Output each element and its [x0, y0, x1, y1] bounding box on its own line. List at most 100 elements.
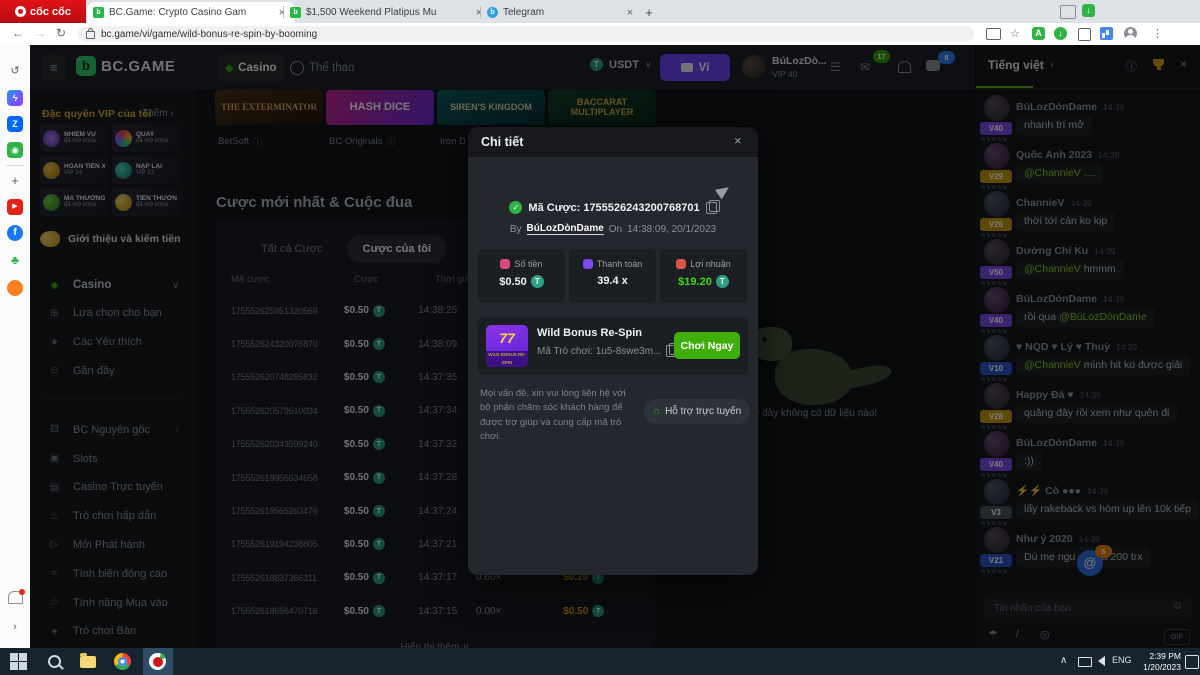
stat-value: $19.20	[678, 276, 712, 288]
forward-icon[interactable]: →	[34, 26, 46, 40]
browser-tab[interactable]: b $1,500 Weekend Platipus Mu ×	[284, 2, 492, 23]
play-now-button[interactable]: Chơi Ngay	[674, 332, 740, 359]
stat-icon	[500, 259, 510, 269]
tether-icon: T	[716, 275, 729, 288]
volume-icon[interactable]	[1098, 656, 1105, 666]
collapse-chevron-icon[interactable]: ›	[7, 619, 23, 635]
on-label: On	[609, 224, 622, 235]
stat-box: Số tiền $0.50T	[478, 249, 565, 303]
download-icon[interactable]: ↓	[1054, 27, 1067, 40]
start-button-icon[interactable]	[10, 653, 27, 670]
bet-datetime: 14:38:09, 20/1/2023	[627, 224, 716, 235]
tray-expand-icon[interactable]: ∧	[1060, 655, 1067, 666]
leaf-icon[interactable]: ♣	[7, 252, 23, 268]
divider	[6, 165, 24, 166]
game-info-box: 77 WILD BONUS RE-SPIN Wild Bonus Re-Spin…	[478, 317, 748, 375]
translate-icon[interactable]: A	[1032, 27, 1045, 40]
save-page-icon[interactable]	[986, 28, 1001, 40]
coccoc-taskbar-icon[interactable]	[149, 653, 166, 670]
stat-label: Số tiền	[514, 259, 542, 269]
game-thumb-logo: 77	[486, 325, 528, 351]
stat-box: Thanh toán 39.4 x	[569, 249, 656, 303]
browser-brand-label: cốc cốc	[30, 6, 71, 18]
browser-tab-strip: cốc cốc b BC.Game: Crypto Casino Gam × b…	[0, 0, 1200, 23]
headset-icon: ∩	[653, 406, 660, 417]
back-icon[interactable]: ←	[12, 26, 24, 40]
tab-close-icon[interactable]: ×	[623, 7, 637, 19]
messenger-icon[interactable]: ϟ	[7, 90, 23, 106]
site-viewport: ≡ b BC.GAME ◆ Casino Thể thao T USDT ∨ V…	[30, 45, 1200, 648]
notification-bell-icon[interactable]	[8, 591, 23, 604]
game-code: Mã Trò chơi: 1u5-8swe3m...	[537, 346, 661, 357]
file-explorer-icon[interactable]	[80, 656, 96, 668]
reload-icon[interactable]: ↻	[56, 26, 66, 40]
game-thumb-caption: WILD BONUS RE-SPIN	[486, 351, 528, 367]
browser-tab[interactable]: b Telegram ×	[481, 2, 643, 23]
url-field[interactable]: bc.game/vi/game/wild-bonus-re-spin-by-bo…	[78, 26, 974, 42]
extensions-icon[interactable]	[1078, 28, 1091, 41]
stat-value: $0.50	[499, 276, 527, 288]
clock[interactable]: 2:39 PM 1/20/2023	[1133, 651, 1181, 672]
device-sync-icon[interactable]	[1060, 5, 1076, 19]
share-icon[interactable]	[715, 182, 733, 199]
chrome-icon[interactable]	[114, 653, 131, 670]
browser-url-bar: ← → ↻ bc.game/vi/game/wild-bonus-re-spin…	[0, 23, 1200, 46]
action-center-icon[interactable]	[1185, 655, 1199, 669]
stat-label-row: Số tiền	[500, 259, 542, 269]
history-icon[interactable]: ↺	[7, 63, 23, 79]
coccoc-sidebar: ↺ ϟ Z ◉ + ▶ f ♣ ›	[0, 45, 31, 648]
bet-details-modal: Chi tiết × ✓ Mã Cược: 175552624320076870…	[468, 127, 758, 575]
by-label: By	[510, 224, 522, 235]
youtube-icon[interactable]: ▶	[7, 199, 23, 215]
profile-avatar-icon[interactable]	[1124, 27, 1137, 40]
network-icon[interactable]	[1078, 657, 1092, 667]
browser-tab[interactable]: b BC.Game: Crypto Casino Gam ×	[87, 2, 295, 23]
support-label: Hỗ trợ trực tuyến	[665, 406, 741, 417]
stat-value-row: $0.50T	[499, 275, 544, 288]
tab-title: Telegram	[503, 7, 618, 18]
stat-label-row: Lợi nhuận	[676, 259, 730, 269]
url-text[interactable]: bc.game/vi/game/wild-bonus-re-spin-by-bo…	[101, 29, 317, 40]
coccoc-owl-icon	[15, 6, 26, 17]
verified-icon: ✓	[509, 201, 522, 214]
language-indicator[interactable]: ENG	[1112, 655, 1132, 665]
bet-author[interactable]: BúLozDònDame	[527, 223, 604, 235]
support-note: Mọi vấn đề, xin vui lòng liên hệ với bộ …	[480, 387, 638, 444]
stat-label: Thanh toán	[597, 259, 643, 269]
copy-icon[interactable]	[706, 202, 717, 214]
games-icon[interactable]: ◉	[7, 142, 23, 158]
stat-value-row: 39.4 x	[597, 275, 628, 287]
stat-box: Lợi nhuận $19.20 T	[660, 249, 747, 303]
stat-icon	[583, 259, 593, 269]
game-thumbnail[interactable]: 77 WILD BONUS RE-SPIN	[486, 325, 528, 367]
windows-taskbar: ∧ ENG 2:39 PM 1/20/2023	[0, 648, 1200, 675]
facebook-icon[interactable]: f	[7, 225, 23, 241]
screen: cốc cốc b BC.Game: Crypto Casino Gam × b…	[0, 0, 1200, 675]
live-support-button[interactable]: ∩ Hỗ trợ trực tuyến	[644, 399, 750, 424]
stat-icon	[676, 259, 686, 269]
bookmark-star-icon[interactable]: ☆	[1010, 27, 1020, 40]
game-name: Wild Bonus Re-Spin	[537, 327, 642, 339]
tab-favicon: b	[93, 7, 104, 18]
bet-stats: Số tiền $0.50T Thanh toán 39.4 x Lợi nhu…	[478, 249, 747, 303]
stats-extension-icon[interactable]	[1100, 27, 1113, 40]
zalo-icon[interactable]: Z	[7, 116, 23, 132]
stat-value-row: $19.20 T	[678, 275, 729, 288]
browser-menu-icon[interactable]: ⋮	[1152, 27, 1163, 40]
coccoc-update-icon[interactable]: ↓	[1082, 4, 1095, 17]
promo-icon[interactable]	[7, 280, 23, 296]
modal-close-icon[interactable]: ×	[734, 133, 742, 148]
new-tab-button[interactable]: +	[640, 4, 658, 22]
browser-logo: cốc cốc	[0, 0, 86, 23]
tab-title: BC.Game: Crypto Casino Gam	[109, 7, 270, 18]
stat-label-row: Thanh toán	[583, 259, 643, 269]
search-icon[interactable]	[48, 655, 61, 668]
add-shortcut-icon[interactable]: +	[7, 173, 23, 189]
tab-favicon: b	[290, 7, 301, 18]
modal-title: Chi tiết	[481, 135, 523, 149]
bet-id-row: ✓ Mã Cược: 1755526243200768701	[468, 201, 758, 214]
time: 2:39 PM	[1133, 651, 1181, 662]
date: 1/20/2023	[1133, 662, 1181, 673]
tab-favicon: b	[487, 7, 498, 18]
tab-title: $1,500 Weekend Platipus Mu	[306, 7, 467, 18]
